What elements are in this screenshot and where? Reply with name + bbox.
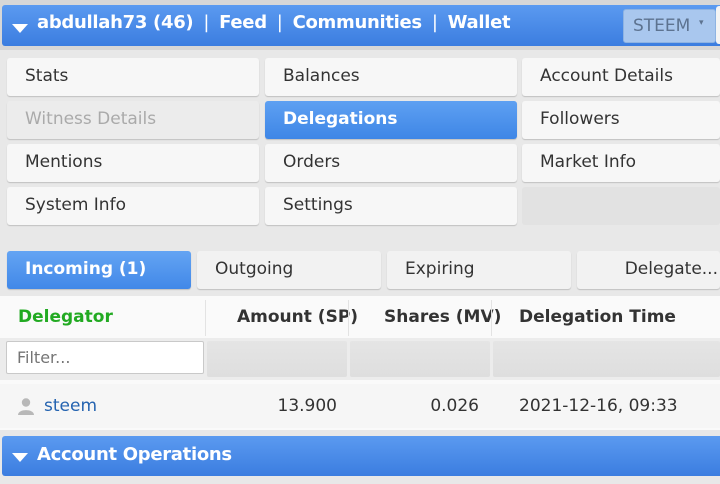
- page-bottom: [0, 476, 720, 484]
- communities-link[interactable]: Communities: [293, 12, 423, 33]
- menu-witness-details: Witness Details: [7, 101, 259, 139]
- collapse-triangle-icon[interactable]: [12, 24, 28, 33]
- user-icon: [18, 398, 34, 415]
- feed-link[interactable]: Feed: [219, 12, 267, 33]
- wallet-link[interactable]: Wallet: [448, 12, 511, 33]
- user-link[interactable]: abdullah73 (46): [37, 12, 194, 33]
- filter-cell-time: [493, 341, 720, 377]
- expand-triangle-icon: [12, 453, 28, 462]
- currency-select[interactable]: STEEM ▾: [623, 9, 716, 43]
- menu-balances[interactable]: Balances: [265, 58, 517, 96]
- account-operations-label: Account Operations: [37, 444, 232, 465]
- currency-value: STEEM: [633, 16, 691, 36]
- column-divider: [491, 300, 492, 336]
- edge-button: [716, 6, 720, 44]
- menu-followers[interactable]: Followers: [522, 101, 720, 139]
- menu-orders[interactable]: Orders: [265, 144, 517, 182]
- delegation-time-cell: 2021-12-16, 09:33: [519, 396, 678, 416]
- delegate-button[interactable]: Delegate...: [577, 251, 720, 289]
- tab-outgoing[interactable]: Outgoing: [197, 251, 381, 289]
- chevron-down-icon: ▾: [699, 18, 704, 28]
- account-operations-header[interactable]: Account Operations: [2, 436, 720, 476]
- menu-empty-slot: [522, 187, 720, 225]
- nav-separator: |: [276, 12, 283, 33]
- delegator-link[interactable]: steem: [44, 384, 97, 428]
- nav-separator: |: [203, 12, 210, 33]
- table-row: steem 13.900 0.026 2021-12-16, 09:33: [0, 384, 720, 428]
- filter-input[interactable]: [6, 341, 204, 374]
- header-delegation-time[interactable]: Delegation Time: [519, 300, 676, 334]
- delegation-tabs: Incoming (1) Outgoing Expiring Delegate.…: [0, 244, 720, 294]
- menu-mentions[interactable]: Mentions: [7, 144, 259, 182]
- header-shares[interactable]: Shares (MV): [384, 300, 501, 334]
- menu-system-info[interactable]: System Info: [7, 187, 259, 225]
- top-bar: abdullah73 (46) | Feed | Communities | Wallet …: [0, 0, 720, 50]
- menu-stats[interactable]: Stats: [7, 58, 259, 96]
- top-nav-bar: abdullah73 (46) | Feed | Communities | Wallet …: [2, 5, 720, 46]
- column-divider: [348, 300, 349, 336]
- menu-delegations[interactable]: Delegations: [265, 101, 517, 139]
- menu-grid: Stats Balances Account Details Witness D…: [0, 50, 720, 236]
- filter-row: [0, 338, 720, 380]
- filter-cell-amount: [207, 341, 347, 377]
- column-divider: [205, 300, 206, 336]
- tab-expiring[interactable]: Expiring: [387, 251, 571, 289]
- menu-account-details[interactable]: Account Details: [522, 58, 720, 96]
- top-nav: abdullah73 (46) | Feed | Communities | Wallet: [37, 12, 511, 33]
- menu-settings[interactable]: Settings: [265, 187, 517, 225]
- tab-incoming[interactable]: Incoming (1): [7, 251, 191, 289]
- shares-cell: 0.026: [430, 396, 479, 416]
- header-amount[interactable]: Amount (SP): [237, 300, 358, 334]
- filter-cell-shares: [350, 341, 490, 377]
- menu-market-info[interactable]: Market Info: [522, 144, 720, 182]
- amount-cell: 13.900: [277, 396, 337, 416]
- header-delegator[interactable]: Delegator: [18, 300, 113, 334]
- nav-separator: |: [431, 12, 438, 33]
